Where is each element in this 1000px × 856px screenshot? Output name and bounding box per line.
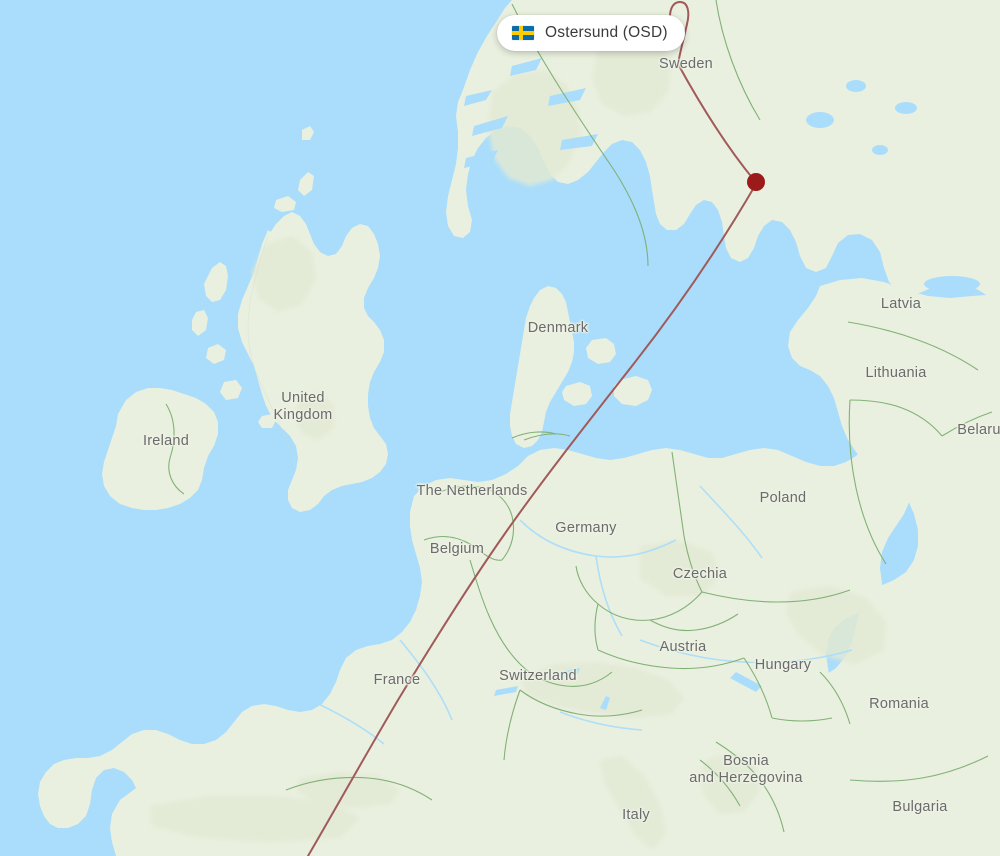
airport-tooltip-label: Ostersund (OSD) <box>545 24 668 41</box>
airport-marker-ostersund <box>747 173 765 191</box>
map-canvas[interactable]: Sweden Latvia Lithuania Belaru Denmark Irelan… <box>0 0 1000 856</box>
se-flag-icon <box>512 26 534 40</box>
airport-tooltip[interactable]: Ostersund (OSD) <box>497 15 685 51</box>
map-vector-layer <box>0 0 1000 856</box>
